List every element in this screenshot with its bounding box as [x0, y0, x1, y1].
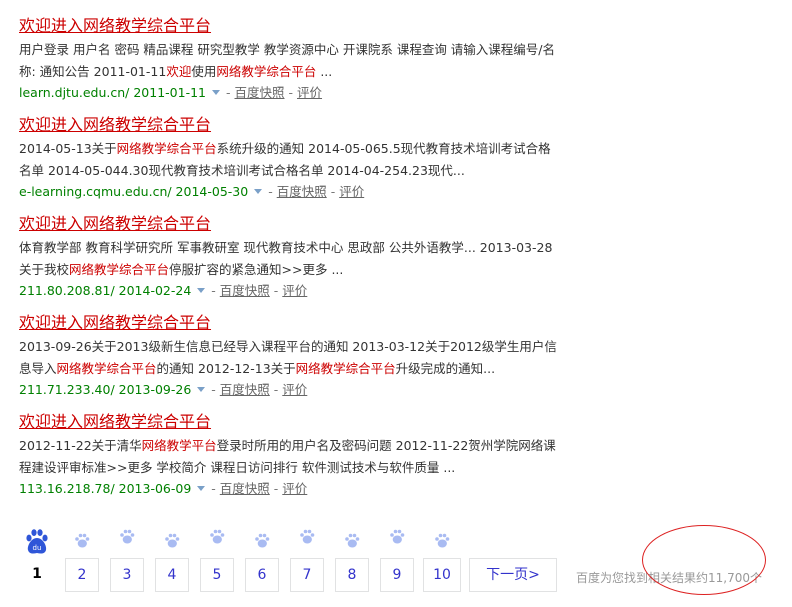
result-count: 百度为您找到相关结果约11,700个	[576, 571, 762, 585]
next-page-button[interactable]: 下一页>	[469, 558, 557, 592]
separator: -	[273, 382, 279, 397]
snapshot-link[interactable]: 百度快照	[277, 184, 327, 199]
separator: -	[330, 184, 336, 199]
logo-text: du	[33, 544, 42, 552]
review-link[interactable]: 评价	[282, 481, 307, 496]
result-title-link[interactable]: 欢迎进入网络教学综合平台	[19, 16, 559, 36]
page-link-8[interactable]: 8	[335, 558, 369, 592]
paw-icon	[254, 533, 270, 549]
paw-icon	[389, 529, 405, 545]
highlighted-keyword: 网络教学平台	[141, 438, 217, 453]
result-url: learn.djtu.edu.cn/ 2011-01-11	[19, 85, 206, 100]
highlighted-keyword: 网络教学综合平台	[116, 141, 217, 156]
dropdown-arrow-icon[interactable]	[212, 90, 220, 95]
review-link[interactable]: 评价	[282, 382, 307, 397]
result-title-link[interactable]: 欢迎进入网络教学综合平台	[19, 214, 559, 234]
abstract-text: 的通知 2012-12-13关于	[156, 361, 296, 376]
snapshot-link[interactable]: 百度快照	[220, 283, 270, 298]
result-meta: 211.80.208.81/ 2014-02-24 - 百度快照 - 评价	[19, 281, 559, 301]
result-abstract: 用户登录 用户名 密码 精品课程 研究型教学 教学资源中心 开课院系 课程查询 …	[19, 39, 559, 83]
page-link-6[interactable]: 6	[245, 558, 279, 592]
abstract-text: 2014-05-13关于	[19, 141, 117, 156]
separator: -	[273, 481, 279, 496]
paw-icon	[74, 533, 90, 549]
result-meta: learn.djtu.edu.cn/ 2011-01-11 - 百度快照 - 评价	[19, 83, 559, 103]
result-item: 欢迎进入网络教学综合平台 用户登录 用户名 密码 精品课程 研究型教学 教学资源…	[19, 16, 559, 103]
abstract-text: 停服扩容的紧急通知>>更多 ...	[169, 262, 344, 277]
abstract-text: 使用	[191, 64, 217, 79]
separator: -	[288, 85, 294, 100]
snapshot-link[interactable]: 百度快照	[220, 382, 270, 397]
result-meta: e-learning.cqmu.edu.cn/ 2014-05-30 - 百度快照…	[19, 182, 559, 202]
paw-icon	[299, 529, 315, 545]
paw-icon	[344, 533, 360, 549]
review-link[interactable]: 评价	[339, 184, 364, 199]
highlighted-keyword: 网络教学综合平台	[216, 64, 317, 79]
page-link-9[interactable]: 9	[380, 558, 414, 592]
dropdown-arrow-icon[interactable]	[197, 288, 206, 293]
paw-icon	[434, 533, 450, 549]
result-title-link[interactable]: 欢迎进入网络教学综合平台	[19, 412, 559, 432]
paw-icon	[119, 529, 135, 545]
result-url: e-learning.cqmu.edu.cn/ 2014-05-30	[19, 184, 249, 199]
result-abstract: 2012-11-22关于清华网络教学平台登录时所用的用户名及密码问题 2012-…	[19, 435, 559, 479]
result-item: 欢迎进入网络教学综合平台 2014-05-13关于网络教学综合平台系统升级的通知…	[19, 115, 559, 202]
page-link-10[interactable]: 10	[423, 558, 461, 592]
result-title-link[interactable]: 欢迎进入网络教学综合平台	[19, 313, 559, 333]
result-item: 欢迎进入网络教学综合平台 2012-11-22关于清华网络教学平台登录时所用的用…	[19, 412, 559, 499]
result-abstract: 2014-05-13关于网络教学综合平台系统升级的通知 2014-05-065.…	[19, 138, 559, 182]
result-meta: 113.16.218.78/ 2013-06-09 - 百度快照 - 评价	[19, 479, 559, 499]
page-link-3[interactable]: 3	[110, 558, 144, 592]
dropdown-arrow-icon[interactable]	[254, 189, 263, 194]
abstract-text: 2012-11-22关于清华	[19, 438, 142, 453]
highlighted-keyword: 网络教学综合平台	[56, 361, 157, 376]
snapshot-link[interactable]: 百度快照	[235, 85, 285, 100]
page-link-7[interactable]: 7	[290, 558, 324, 592]
page-link-2[interactable]: 2	[65, 558, 99, 592]
result-meta: 211.71.233.40/ 2013-09-26 - 百度快照 - 评价	[19, 380, 559, 400]
page-link-5[interactable]: 5	[200, 558, 234, 592]
highlighted-keyword: 欢迎	[166, 64, 192, 79]
separator: -	[226, 85, 231, 100]
review-link[interactable]: 评价	[282, 283, 307, 298]
result-item: 欢迎进入网络教学综合平台 2013-09-26关于2013级新生信息已经导入课程…	[19, 313, 559, 400]
separator: -	[273, 283, 279, 298]
page-current: 1	[20, 558, 54, 592]
baidu-paw-logo-icon: du	[25, 529, 49, 555]
page-link-4[interactable]: 4	[155, 558, 189, 592]
separator: -	[211, 382, 216, 397]
paw-icon	[209, 529, 225, 545]
result-abstract: 体育教学部 教育科学研究所 军事教研室 现代教育技术中心 思政部 公共外语教学.…	[19, 237, 559, 281]
review-link[interactable]: 评价	[297, 85, 322, 100]
result-url: 113.16.218.78/ 2013-06-09	[19, 481, 192, 496]
highlighted-keyword: 网络教学综合平台	[69, 262, 170, 277]
snapshot-link[interactable]: 百度快照	[220, 481, 270, 496]
separator: -	[211, 283, 216, 298]
paw-icon	[164, 533, 180, 549]
separator: -	[211, 481, 216, 496]
abstract-text: 升级完成的通知...	[395, 361, 496, 376]
result-abstract: 2013-09-26关于2013级新生信息已经导入课程平台的通知 2013-03…	[19, 336, 559, 380]
result-title-link[interactable]: 欢迎进入网络教学综合平台	[19, 115, 559, 135]
highlighted-keyword: 网络教学综合平台	[295, 361, 396, 376]
separator: -	[268, 184, 273, 199]
abstract-text: ...	[316, 64, 333, 79]
dropdown-arrow-icon[interactable]	[197, 387, 206, 392]
result-item: 欢迎进入网络教学综合平台 体育教学部 教育科学研究所 军事教研室 现代教育技术中…	[19, 214, 559, 301]
result-url: 211.71.233.40/ 2013-09-26	[19, 382, 192, 397]
result-url: 211.80.208.81/ 2014-02-24	[19, 283, 192, 298]
dropdown-arrow-icon[interactable]	[197, 486, 206, 491]
pagination: du 1 2 3 4 5 6 7 8 9 10 下一页> 百度为您找到相关结果约…	[0, 525, 792, 607]
